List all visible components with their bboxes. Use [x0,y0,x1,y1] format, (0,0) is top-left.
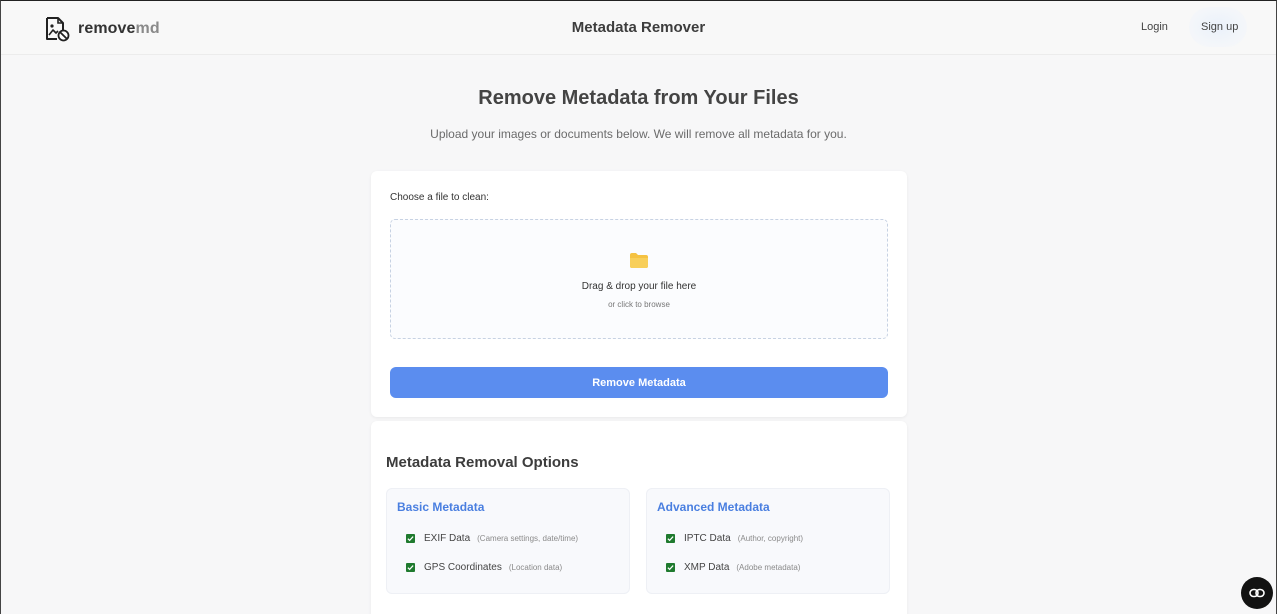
option-xmp: XMP Data (Adobe metadata) [666,562,800,573]
checkmark-icon [407,536,414,542]
options-card: Metadata Removal Options Basic Metadata … [371,421,907,614]
choose-file-label: Choose a file to clean: [390,192,489,203]
advanced-metadata-group: Advanced Metadata IPTC Data (Author, cop… [646,488,890,594]
group-title: Basic Metadata [397,500,485,514]
option-label: XMP Data [684,562,730,573]
gps-checkbox[interactable] [406,563,415,572]
upload-card: Choose a file to clean: Drag & drop your… [371,171,907,417]
dropzone-browse-text: or click to browse [608,300,670,309]
header-title: Metadata Remover [571,19,706,36]
page-title: Remove Metadata from Your Files [478,87,799,109]
group-title: Advanced Metadata [657,500,770,514]
file-dropzone[interactable]: Drag & drop your file here or click to b… [390,219,888,339]
folder-icon [630,253,648,268]
option-description: (Camera settings, date/time) [477,534,579,543]
option-exif: EXIF Data (Camera settings, date/time) [406,533,578,544]
dropzone-main-text: Drag & drop your file here [581,281,697,292]
iptc-checkbox[interactable] [666,534,675,543]
app-frame: removemd Metadata Remover Login Sign up … [0,0,1277,614]
link-icon [1249,588,1265,598]
options-title: Metadata Removal Options [386,454,579,471]
remove-metadata-button[interactable]: Remove Metadata [390,367,888,398]
signup-link[interactable]: Sign up [1201,21,1238,33]
floating-action-button[interactable] [1241,577,1273,609]
option-description: (Author, copyright) [737,534,804,543]
top-header: removemd Metadata Remover Login Sign up [1,1,1276,55]
login-link[interactable]: Login [1141,21,1168,33]
xmp-checkbox[interactable] [666,563,675,572]
checkmark-icon [667,565,674,571]
option-gps: GPS Coordinates (Location data) [406,562,562,573]
option-description: (Adobe metadata) [736,563,801,572]
checkmark-icon [407,565,414,571]
checkmark-icon [667,536,674,542]
page-subtitle: Upload your images or documents below. W… [430,127,847,141]
option-label: IPTC Data [684,533,731,544]
option-iptc: IPTC Data (Author, copyright) [666,533,803,544]
option-label: GPS Coordinates [424,562,502,573]
exif-checkbox[interactable] [406,534,415,543]
basic-metadata-group: Basic Metadata EXIF Data (Camera setting… [386,488,630,594]
option-description: (Location data) [508,563,563,572]
option-label: EXIF Data [424,533,471,544]
